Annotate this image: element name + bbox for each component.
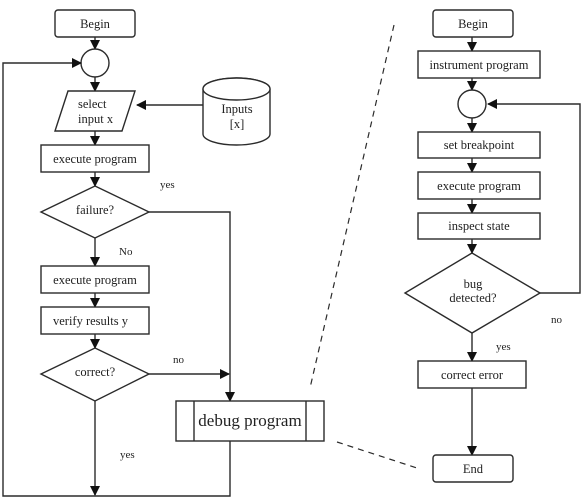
set-breakpoint-label: set breakpoint	[444, 138, 515, 152]
set-breakpoint-node: set breakpoint	[417, 131, 541, 159]
end-node: End	[432, 454, 514, 483]
select-input-label-line1: select	[78, 97, 107, 111]
correct-decision-node: correct?	[39, 347, 151, 402]
end-label: End	[463, 462, 484, 476]
right-flow: Begin instrument program set breakpoint …	[403, 9, 581, 483]
execute-program-1-node: execute program	[40, 144, 150, 173]
bug-detected-label-line2: detected?	[449, 291, 497, 305]
right-execute-program-node: execute program	[417, 171, 541, 200]
right-junction-node	[457, 89, 487, 119]
select-input-node: select input x	[54, 90, 136, 132]
left-begin-node: Begin	[54, 9, 136, 38]
correct-yes-label: yes	[120, 449, 135, 461]
select-input-label-line2: input x	[78, 112, 114, 126]
right-begin-label: Begin	[458, 17, 489, 31]
inspect-state-node: inspect state	[417, 212, 541, 240]
failure-decision-label: failure?	[76, 203, 115, 217]
bug-detected-decision-node: bug detected?	[403, 252, 542, 334]
left-junction-node	[80, 48, 110, 78]
correct-error-node: correct error	[417, 360, 527, 389]
execute-program-1-label: execute program	[53, 152, 137, 166]
failure-yes-label: yes	[160, 179, 175, 191]
left-flow: Begin select input x Inputs [x] execute …	[2, 9, 325, 497]
verify-results-label: verify results y	[53, 314, 129, 328]
inspect-state-label: inspect state	[448, 219, 510, 233]
bug-detected-label-line1: bug	[464, 277, 484, 291]
zoom-guide-line-top	[309, 24, 395, 389]
execute-program-2-label: execute program	[53, 273, 137, 287]
instrument-program-label: instrument program	[430, 58, 529, 72]
debugging-flowchart: Begin select input x Inputs [x] execute …	[2, 9, 581, 497]
failure-decision-node: failure?	[39, 185, 151, 239]
inputs-datastore-node: Inputs [x]	[202, 77, 271, 146]
inputs-label-line1: Inputs	[221, 102, 252, 116]
right-execute-program-label: execute program	[437, 179, 521, 193]
bug-yes-label: yes	[496, 341, 511, 353]
correct-decision-label: correct?	[75, 365, 116, 379]
debug-program-label: debug program	[198, 411, 301, 430]
correct-no-label: no	[173, 354, 185, 366]
debug-program-node: debug program	[175, 400, 325, 442]
failure-no-label: No	[119, 246, 133, 258]
edge-failure-yes-to-debug	[149, 211, 235, 402]
left-begin-label: Begin	[80, 17, 111, 31]
zoom-guide-line-bottom	[336, 441, 418, 469]
inputs-label-line2: [x]	[230, 117, 245, 131]
right-begin-node: Begin	[432, 9, 514, 38]
instrument-program-node: instrument program	[417, 50, 541, 79]
verify-results-node: verify results y	[40, 306, 150, 335]
bug-no-label: no	[551, 314, 563, 326]
correct-error-label: correct error	[441, 368, 504, 382]
execute-program-2-node: execute program	[40, 265, 150, 294]
